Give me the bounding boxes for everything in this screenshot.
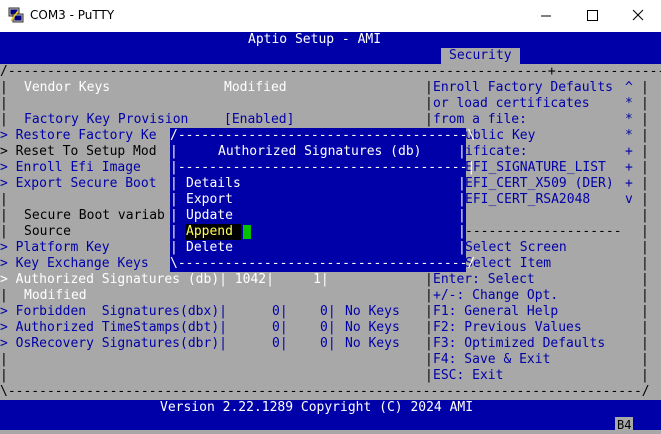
terminal-badge: B4: [615, 417, 634, 433]
row-authorized-timestamps[interactable]: > Authorized TimeStamps(dbt)| 0| 0| No K…: [0, 320, 661, 336]
minimize-icon: [541, 15, 551, 17]
panel-border-top: /---------------------------------------…: [0, 64, 661, 80]
nav-enter-select: Enter: Select: [433, 272, 535, 287]
help-line-5: EFI_SIGNATURE_LIST: [465, 160, 606, 175]
text-cursor: [243, 225, 251, 239]
tab-security[interactable]: Security: [441, 48, 520, 64]
terminal-screen[interactable]: Aptio Setup - AMI Security /------------…: [0, 32, 661, 434]
option-export[interactable]: Export: [186, 192, 233, 208]
menu-osrecovery-signatures-dbr[interactable]: > OsRecovery Signatures(dbr)|: [0, 336, 227, 352]
panel-border-bottom: \---------------------------------------…: [0, 384, 661, 400]
authorized-signatures-dialog[interactable]: /-------------------------------------\ …: [170, 128, 475, 272]
option-append[interactable]: Append: [186, 224, 233, 240]
scroll-mark-5: +: [625, 160, 633, 175]
option-update[interactable]: Update: [186, 208, 233, 224]
maximize-icon: [587, 10, 598, 21]
vendor-keys-label: Vendor Keys: [24, 80, 111, 95]
help-line-6: EFI_CERT_X509 (DER): [465, 176, 614, 191]
modified-label: Modified: [24, 288, 87, 303]
menu-export-secure-boot[interactable]: > Export Secure Boot: [0, 176, 157, 192]
menu-authorized-signatures-db[interactable]: > Authorized Signatures (db)| 1042| 1|: [0, 272, 329, 288]
row-vendor-keys: | Vendor Keys Modified | Enroll Factory …: [0, 80, 661, 96]
version-string: Version 2.22.1289 Copyright (C) 2024 AMI: [160, 400, 474, 415]
dbr-status: No Keys: [345, 336, 400, 351]
menu-forbidden-signatures-dbx[interactable]: > Forbidden Signatures(dbx)|: [0, 304, 227, 320]
vendor-keys-value: Modified: [224, 80, 287, 95]
nav-f4-save-exit: F4: Save & Exit: [433, 352, 551, 367]
nav-esc-exit: ESC: Exit: [433, 368, 504, 383]
bios-title: Aptio Setup - AMI: [248, 32, 382, 47]
dialog-title: Authorized Signatures (db): [218, 144, 422, 159]
scroll-mark-1: *: [625, 96, 633, 111]
row-blank-1: | | or load certificates * |: [0, 96, 661, 112]
help-line-7: EFI_CERT_RSA2048: [465, 192, 591, 207]
row-modified: | Modified | +/-: Change Opt. |: [0, 288, 661, 304]
dbr-size: 0|: [272, 336, 288, 351]
option-delete[interactable]: Delete: [186, 240, 233, 256]
window-titlebar[interactable]: COM3 - PuTTY: [0, 0, 661, 32]
scroll-mark-6: +: [625, 176, 633, 191]
dbt-count: 0|: [320, 320, 336, 335]
scroll-mark-3: *: [625, 128, 633, 143]
menu-reset-to-setup-mode[interactable]: > Reset To Setup Mod: [0, 144, 157, 160]
help-line-3: ublic Key: [465, 128, 536, 143]
dbt-size: 0|: [272, 320, 288, 335]
status-strip: [0, 430, 661, 434]
window-title: COM3 - PuTTY: [30, 8, 115, 22]
factory-key-provision-label[interactable]: Factory Key Provision: [24, 112, 188, 128]
help-line-4: ificate:: [465, 144, 528, 159]
bios-footer-pad: [0, 416, 661, 430]
factory-key-provision-value[interactable]: [Enabled]: [224, 112, 294, 128]
help-line-1: or load certificates: [433, 96, 590, 111]
row-factory-key-provision[interactable]: | Factory Key Provision [Enabled] | from…: [0, 112, 661, 128]
menu-restore-factory-keys[interactable]: > Restore Factory Ke: [0, 128, 157, 144]
bios-tab-bar: Security: [0, 48, 661, 64]
dbt-status: No Keys: [345, 320, 400, 335]
putty-icon: [8, 7, 24, 23]
dbx-status: No Keys: [345, 304, 400, 319]
scroll-mark-2: *: [625, 112, 633, 127]
menu-platform-key[interactable]: > Platform Key: [0, 240, 110, 256]
top-border-line: /---------------------------------------…: [0, 64, 661, 79]
dbx-size: 0|: [272, 304, 288, 319]
maximize-button[interactable]: [569, 0, 615, 32]
row-forbidden-signatures[interactable]: > Forbidden Signatures(dbx)| 0| 0| No Ke…: [0, 304, 661, 320]
nav-f1-general-help: F1: General Help: [433, 304, 559, 319]
menu-key-exchange-keys[interactable]: > Key Exchange Keys: [0, 256, 149, 272]
row-authorized-signatures[interactable]: > Authorized Signatures (db)| 1042| 1| |…: [0, 272, 661, 288]
menu-enroll-efi-image[interactable]: > Enroll Efi Image: [0, 160, 141, 176]
bios-footer: Version 2.22.1289 Copyright (C) 2024 AMI: [0, 400, 661, 416]
close-button[interactable]: [615, 0, 661, 32]
row-blank-3: | | F4: Save & Exit |: [0, 352, 661, 368]
menu-authorized-timestamps-dbt[interactable]: > Authorized TimeStamps(dbt)|: [0, 320, 227, 336]
source-label: Source: [24, 224, 71, 239]
secure-boot-variable-header: Secure Boot variab: [24, 208, 165, 223]
nav-select-item: Select Item: [465, 256, 552, 271]
scroll-mark-4: +: [625, 144, 633, 159]
row-blank-4: | | ESC: Exit |: [0, 368, 661, 384]
bios-header: Aptio Setup - AMI: [0, 32, 661, 48]
option-details[interactable]: Details: [186, 176, 241, 192]
dbx-count: 0|: [320, 304, 336, 319]
nav-change-opt: +/-: Change Opt.: [433, 288, 559, 303]
nav-f2-previous-values: F2: Previous Values: [433, 320, 582, 335]
dbr-count: 0|: [320, 336, 336, 351]
nav-f3-optimized-defaults: F3: Optimized Defaults: [433, 336, 606, 351]
help-line-2: from a file:: [433, 112, 527, 127]
scroll-mark-0: ^: [625, 80, 633, 95]
minimize-button[interactable]: [523, 0, 569, 32]
help-line-0: Enroll Factory Defaults: [433, 80, 614, 95]
close-icon: [632, 9, 644, 21]
scroll-mark-7: v: [625, 192, 633, 207]
row-osrecovery-signatures[interactable]: > OsRecovery Signatures(dbr)| 0| 0| No K…: [0, 336, 661, 352]
nav-select-screen: Select Screen: [465, 240, 567, 255]
